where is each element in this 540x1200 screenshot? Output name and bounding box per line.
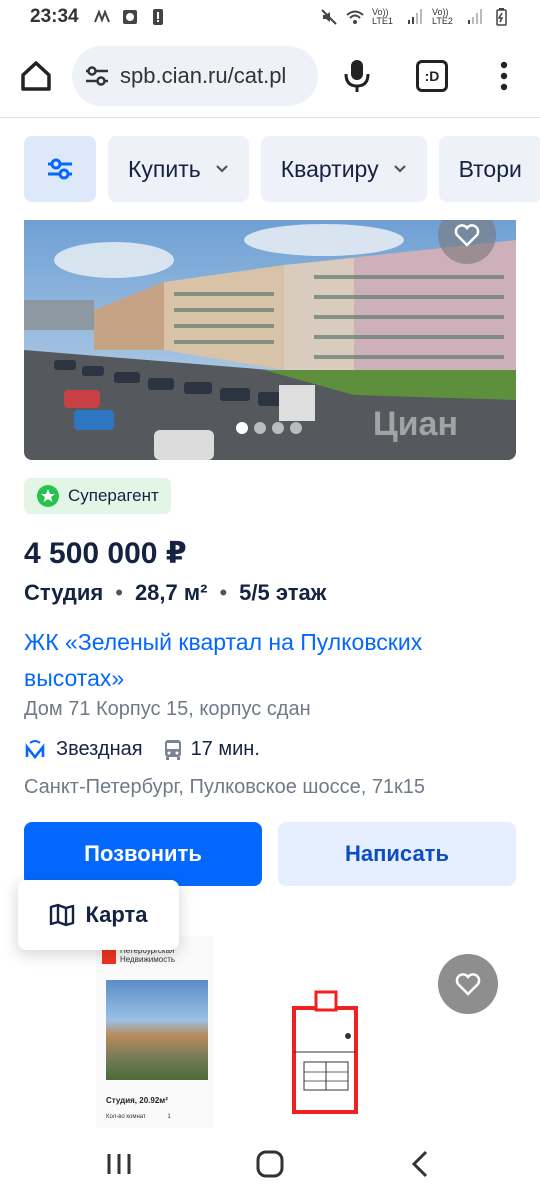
separator: • <box>115 580 123 605</box>
filters-button[interactable] <box>24 136 96 202</box>
photo-dot[interactable] <box>236 422 248 434</box>
signal-2-icon <box>468 9 482 24</box>
status-bar: 23:34 Vo)) LTE1 Vo)) LTE2 <box>0 0 540 34</box>
map-button[interactable]: Карта <box>18 880 179 950</box>
deal-type-dropdown[interactable]: Купить <box>108 136 249 202</box>
url-text[interactable]: spb.cian.ru/cat.pl <box>120 63 286 89</box>
sim2-label: Vo)) LTE2 <box>432 7 453 26</box>
listing-params: Студия • 28,7 м² • 5/5 этаж <box>24 580 326 606</box>
floor: 5/5 этаж <box>239 580 327 605</box>
bus-icon <box>164 739 181 760</box>
microphone-icon[interactable] <box>343 58 371 94</box>
deal-type-label: Купить <box>128 155 201 182</box>
listing-price: 4 500 000 ₽ <box>24 537 187 570</box>
photo-pagination <box>236 422 302 434</box>
floor-plan-image <box>292 990 358 1114</box>
app-notification-icon <box>93 9 110 23</box>
filter-bar: Купить Квартиру Втори <box>0 136 540 202</box>
mute-icon <box>321 9 337 25</box>
badge-label: Суперагент <box>68 486 159 505</box>
flyer-caption: Студия, 20.92м² <box>106 1096 168 1105</box>
metro-name: Звездная <box>56 738 143 760</box>
separator: • <box>219 580 228 605</box>
alert-icon <box>152 9 163 25</box>
developer-flyer: Петербургская Недвижимость Студия, 20.92… <box>96 936 214 1128</box>
market-type-dropdown[interactable]: Втори <box>438 136 540 202</box>
listing-address: Санкт-Петербург, Пулковское шоссе, 71к15 <box>24 776 426 798</box>
browser-toolbar: spb.cian.ru/cat.pl :D <box>0 34 540 118</box>
photo-dot[interactable] <box>254 422 266 434</box>
area: 28,7 м² <box>134 580 208 605</box>
tab-switcher-button[interactable]: :D <box>416 60 448 92</box>
battery-icon <box>496 8 507 26</box>
metro-info: Звездная 17 мин. <box>24 738 260 761</box>
heart-icon <box>455 973 481 996</box>
superagent-badge: Суперагент <box>24 478 171 514</box>
flyer-building-photo <box>106 980 208 1080</box>
chevron-down-icon <box>393 165 406 173</box>
object-type-label: Квартиру <box>280 155 379 182</box>
sim1-label: Vo)) LTE1 <box>372 7 393 26</box>
listing-photo[interactable]: Циан <box>24 220 516 460</box>
metro-time: 17 мин. <box>190 738 260 760</box>
flyer-rooms-label: Кол-во комнат <box>106 1114 146 1120</box>
chevron-down-icon <box>215 165 228 173</box>
filters-icon <box>48 158 72 180</box>
photo-watermark: Циан <box>372 405 458 443</box>
status-time: 23:34 <box>30 6 79 27</box>
listing-photo-2[interactable]: Петербургская Недвижимость Студия, 20.92… <box>96 936 368 1128</box>
back-icon[interactable] <box>410 1150 430 1178</box>
site-settings-icon[interactable] <box>84 63 110 89</box>
more-options-icon[interactable] <box>496 60 512 92</box>
developer-logo-icon <box>102 950 116 964</box>
complex-title-link[interactable]: ЖК «Зеленый квартал на Пулковских высота… <box>24 624 504 696</box>
signal-1-icon <box>408 9 422 24</box>
rooms: Студия <box>24 580 104 605</box>
flyer-rooms-row: Кол-во комнат 1 <box>106 1114 171 1120</box>
photo-dot[interactable] <box>290 422 302 434</box>
building-info: Дом 71 Корпус 15, корпус сдан <box>24 698 311 720</box>
star-icon <box>37 485 59 507</box>
write-button[interactable]: Написать <box>278 822 516 886</box>
home-nav-icon[interactable] <box>256 1150 284 1178</box>
object-type-dropdown[interactable]: Квартиру <box>260 136 427 202</box>
flyer-rooms-value: 1 <box>167 1114 171 1120</box>
system-nav-bar <box>0 1128 540 1200</box>
home-icon[interactable] <box>18 58 54 94</box>
gallery-notification-icon <box>122 10 137 24</box>
heart-icon <box>454 224 480 247</box>
metro-icon <box>25 739 45 759</box>
recent-apps-icon[interactable] <box>106 1152 132 1176</box>
market-type-label: Втори <box>458 155 522 182</box>
address-bar[interactable]: spb.cian.ru/cat.pl <box>72 46 318 106</box>
map-icon <box>50 903 75 927</box>
map-label: Карта <box>85 902 148 927</box>
wifi-icon <box>346 10 364 24</box>
favorite-button-2[interactable] <box>438 954 498 1014</box>
call-button[interactable]: Позвонить <box>24 822 262 886</box>
photo-dot[interactable] <box>272 422 284 434</box>
